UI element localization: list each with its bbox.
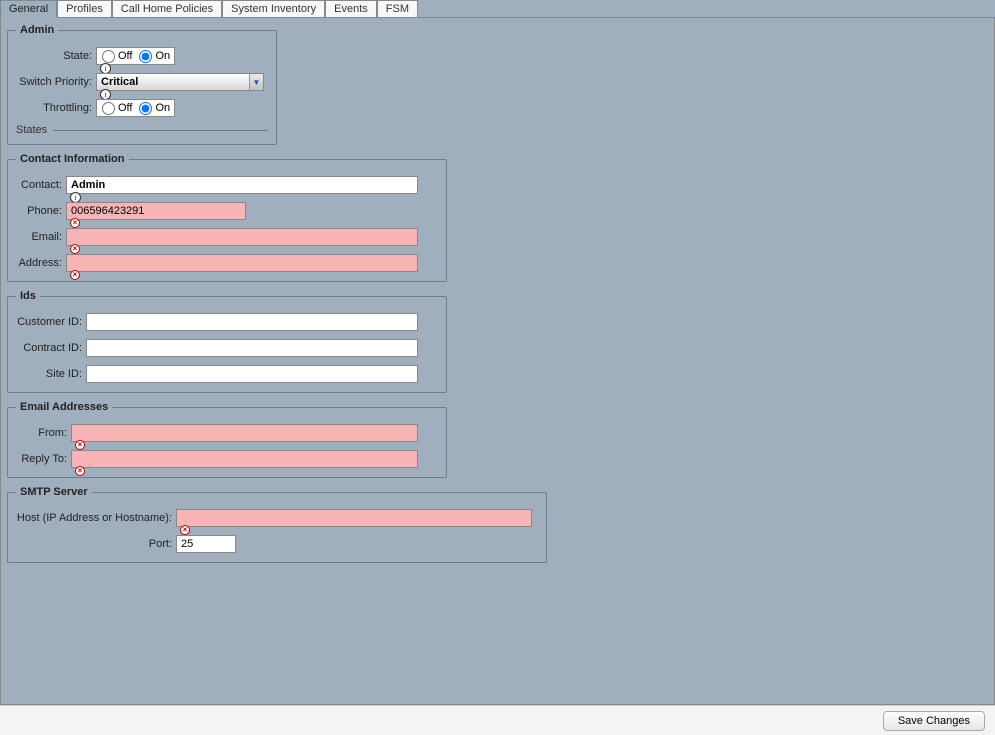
throttling-on-radio[interactable] (139, 102, 152, 115)
phone-input[interactable] (66, 202, 246, 220)
error-icon[interactable]: × (75, 466, 85, 476)
state-off-text: Off (118, 50, 132, 62)
footer-bar: Save Changes (0, 705, 995, 735)
port-input[interactable] (176, 535, 236, 553)
contract-id-input[interactable] (86, 339, 418, 357)
from-label: From: (16, 427, 71, 439)
throttling-on-text: On (155, 102, 170, 114)
switch-priority-value: Critical (101, 76, 138, 88)
tab-profiles[interactable]: Profiles (57, 0, 112, 17)
address-label: Address: (16, 257, 66, 269)
state-off-radio[interactable] (102, 50, 115, 63)
smtp-legend: SMTP Server (16, 486, 92, 498)
tab-events[interactable]: Events (325, 0, 377, 17)
email-label: Email: (16, 231, 66, 243)
throttling-off-radio[interactable] (102, 102, 115, 115)
contact-input[interactable] (66, 176, 418, 194)
save-changes-button[interactable]: Save Changes (883, 711, 985, 731)
error-icon[interactable]: × (70, 270, 80, 280)
admin-legend: Admin (16, 24, 58, 36)
email-addresses-legend: Email Addresses (16, 401, 112, 413)
state-radio-group[interactable]: Off On (96, 47, 175, 65)
address-input[interactable] (66, 254, 418, 272)
tab-fsm[interactable]: FSM (377, 0, 418, 17)
port-label: Port: (16, 538, 176, 550)
site-id-label: Site ID: (16, 368, 86, 380)
divider-line (53, 130, 268, 131)
tab-bar: General Profiles Call Home Policies Syst… (0, 0, 995, 18)
host-label: Host (IP Address or Hostname): (16, 512, 176, 524)
contact-label: Contact: (16, 179, 66, 191)
tab-call-home-policies[interactable]: Call Home Policies (112, 0, 222, 17)
customer-id-input[interactable] (86, 313, 418, 331)
state-on-radio[interactable] (139, 50, 152, 63)
contract-id-label: Contract ID: (16, 342, 86, 354)
contact-legend: Contact Information (16, 153, 129, 165)
states-divider: States (16, 124, 268, 136)
state-label: State: (16, 50, 96, 62)
reply-to-label: Reply To: (16, 453, 71, 465)
admin-fieldset: Admin State: Off On i Switch Priority: C… (7, 24, 277, 145)
email-addresses-fieldset: Email Addresses From: × Reply To: × (7, 401, 447, 478)
general-panel: Admin State: Off On i Switch Priority: C… (0, 18, 995, 705)
site-id-input[interactable] (86, 365, 418, 383)
host-input[interactable] (176, 509, 532, 527)
tab-system-inventory[interactable]: System Inventory (222, 0, 325, 17)
state-on-text: On (155, 50, 170, 62)
from-input[interactable] (71, 424, 418, 442)
switch-priority-label: Switch Priority: (16, 76, 96, 88)
smtp-fieldset: SMTP Server Host (IP Address or Hostname… (7, 486, 547, 563)
tab-general[interactable]: General (0, 0, 57, 18)
chevron-down-icon: ▼ (249, 74, 263, 90)
email-input[interactable] (66, 228, 418, 246)
contact-fieldset: Contact Information Contact: i Phone: × … (7, 153, 447, 282)
throttling-off-text: Off (118, 102, 132, 114)
states-label: States (16, 124, 47, 136)
ids-legend: Ids (16, 290, 40, 302)
ids-fieldset: Ids Customer ID: Contract ID: Site ID: (7, 290, 447, 393)
throttling-label: Throttling: (16, 102, 96, 114)
throttling-radio-group[interactable]: Off On (96, 99, 175, 117)
phone-label: Phone: (16, 205, 66, 217)
reply-to-input[interactable] (71, 450, 418, 468)
customer-id-label: Customer ID: (16, 316, 86, 328)
switch-priority-select[interactable]: Critical ▼ (96, 73, 264, 91)
